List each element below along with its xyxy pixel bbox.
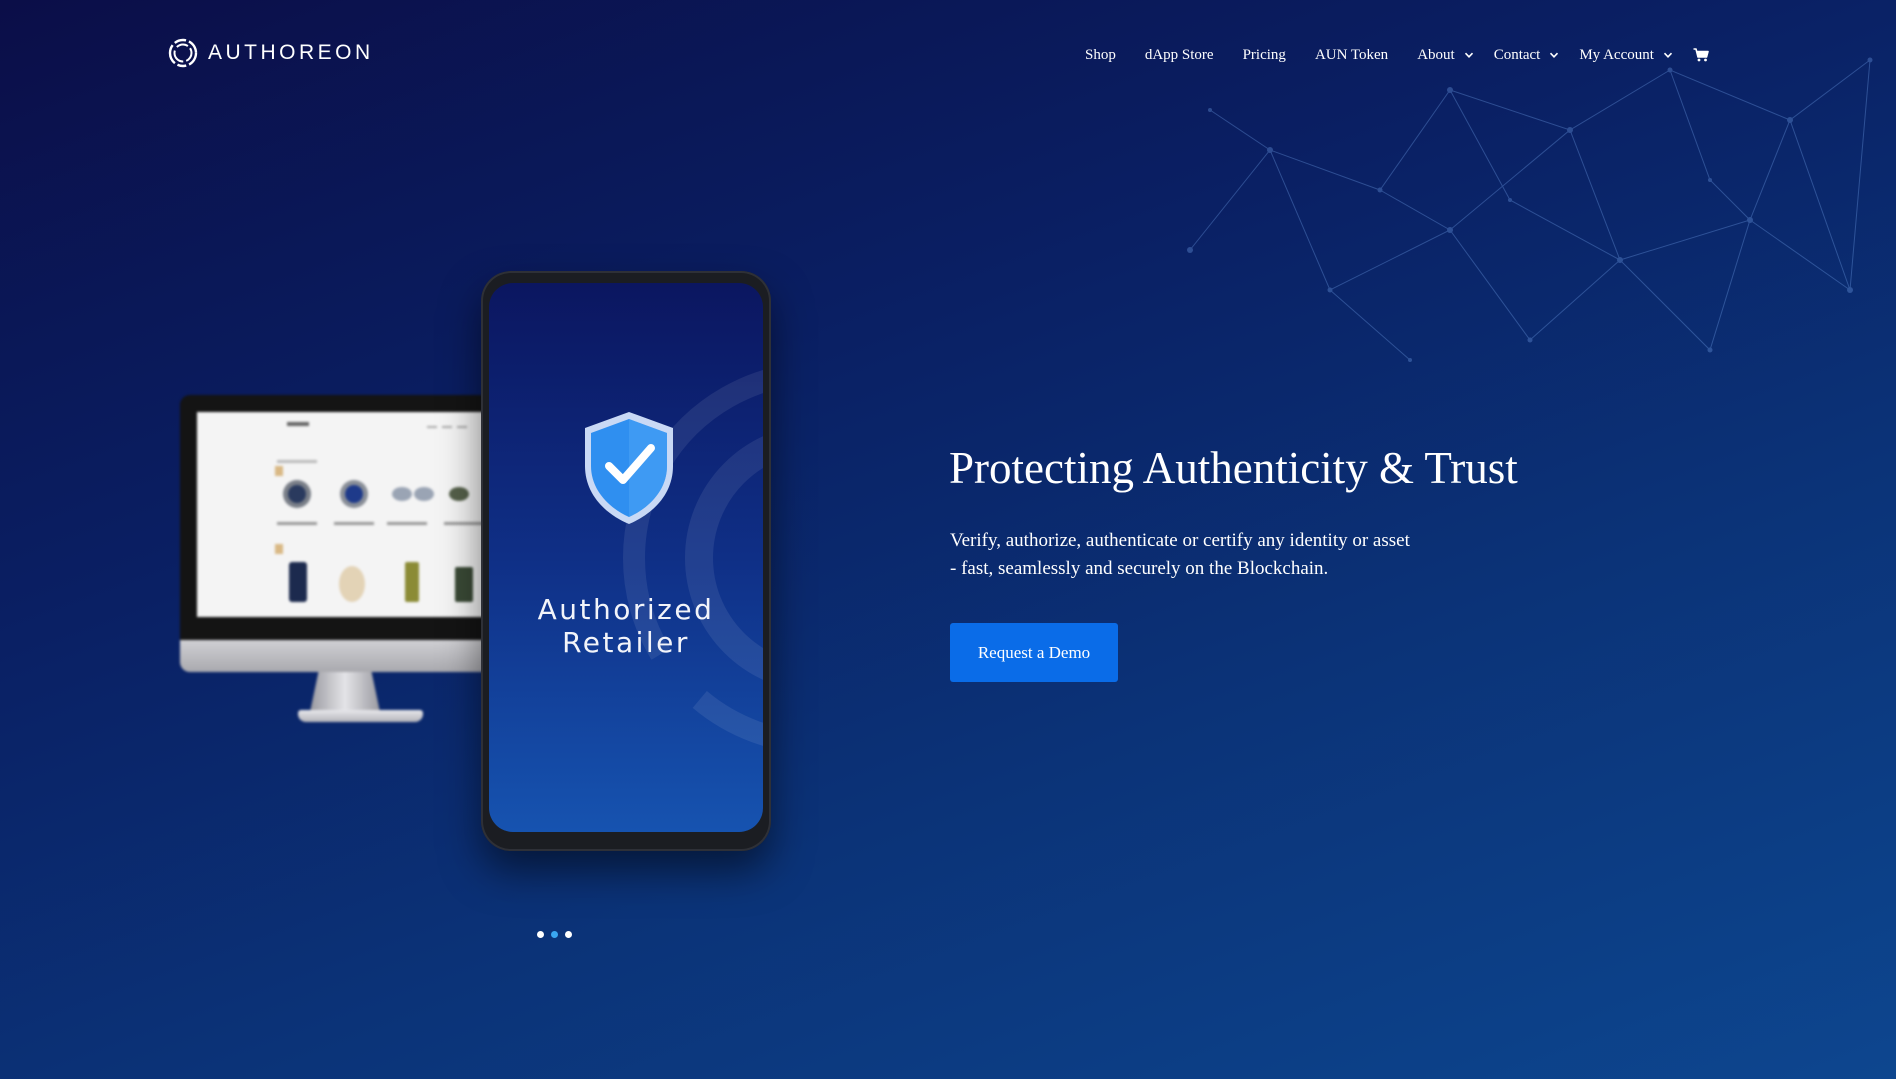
nav-item-my-account[interactable]: My Account bbox=[1579, 47, 1673, 64]
main-navigation: Shop dApp Store Pricing AUN Token About … bbox=[1085, 44, 1709, 66]
monitor-base bbox=[298, 710, 423, 722]
phone-label-line2: Retailer bbox=[562, 626, 690, 659]
nav-item-label: Pricing bbox=[1242, 46, 1286, 63]
shield-check-icon bbox=[585, 412, 673, 524]
desktop-monitor-illustration bbox=[180, 395, 490, 735]
brand-name: AUTHOREON bbox=[208, 41, 374, 64]
shop-preview-graphic bbox=[275, 422, 484, 602]
nav-item-dapp-store[interactable]: dApp Store bbox=[1145, 47, 1214, 64]
nav-item-label: AUN Token bbox=[1314, 46, 1389, 63]
shopping-cart-icon[interactable] bbox=[1693, 48, 1709, 62]
nav-item-about[interactable]: About bbox=[1417, 47, 1474, 64]
request-demo-button[interactable]: Request a Demo bbox=[950, 623, 1118, 682]
monitor-screen bbox=[197, 412, 490, 617]
hero-title: Protecting Authenticity & Trust bbox=[949, 443, 1518, 493]
nav-item-label: Contact bbox=[1493, 46, 1541, 63]
monitor-chin bbox=[180, 640, 490, 672]
chevron-down-icon bbox=[1464, 52, 1473, 58]
hero-subtitle: Verify, authorize, authenticate or certi… bbox=[950, 527, 1410, 583]
phone-screen: Authorized Retailer bbox=[489, 283, 763, 832]
site-header: AUTHOREON Shop dApp Store Pricing AUN To… bbox=[0, 0, 1896, 110]
nav-item-shop[interactable]: Shop bbox=[1085, 47, 1116, 64]
slider-dot-3[interactable] bbox=[565, 931, 572, 938]
nav-item-label: dApp Store bbox=[1144, 46, 1214, 63]
slider-dot-2[interactable] bbox=[551, 931, 558, 938]
slider-dot-1[interactable] bbox=[537, 931, 544, 938]
nav-item-pricing[interactable]: Pricing bbox=[1243, 47, 1286, 64]
phone-label: Authorized Retailer bbox=[489, 593, 763, 659]
hero-subtitle-line1: Verify, authorize, authenticate or certi… bbox=[950, 530, 1410, 551]
nav-item-aun-token[interactable]: AUN Token bbox=[1315, 47, 1388, 64]
monitor-stand bbox=[310, 672, 380, 712]
slider-pagination bbox=[537, 931, 572, 938]
chevron-down-icon bbox=[1663, 52, 1672, 58]
monitor-bezel bbox=[180, 395, 490, 640]
phone-label-line1: Authorized bbox=[537, 593, 715, 626]
phone-background-arcs bbox=[623, 370, 763, 746]
nav-item-contact[interactable]: Contact bbox=[1494, 47, 1560, 64]
brand-logo[interactable]: AUTHOREON bbox=[167, 37, 374, 69]
chevron-down-icon bbox=[1550, 52, 1559, 58]
nav-item-label: My Account bbox=[1579, 46, 1654, 63]
nav-item-label: About bbox=[1417, 46, 1455, 63]
hero-subtitle-line2: - fast, seamlessly and securely on the B… bbox=[950, 558, 1329, 579]
nav-item-label: Shop bbox=[1085, 46, 1116, 63]
smartphone-illustration: Authorized Retailer bbox=[481, 271, 771, 851]
authoreon-ring-logo-icon bbox=[168, 38, 198, 68]
